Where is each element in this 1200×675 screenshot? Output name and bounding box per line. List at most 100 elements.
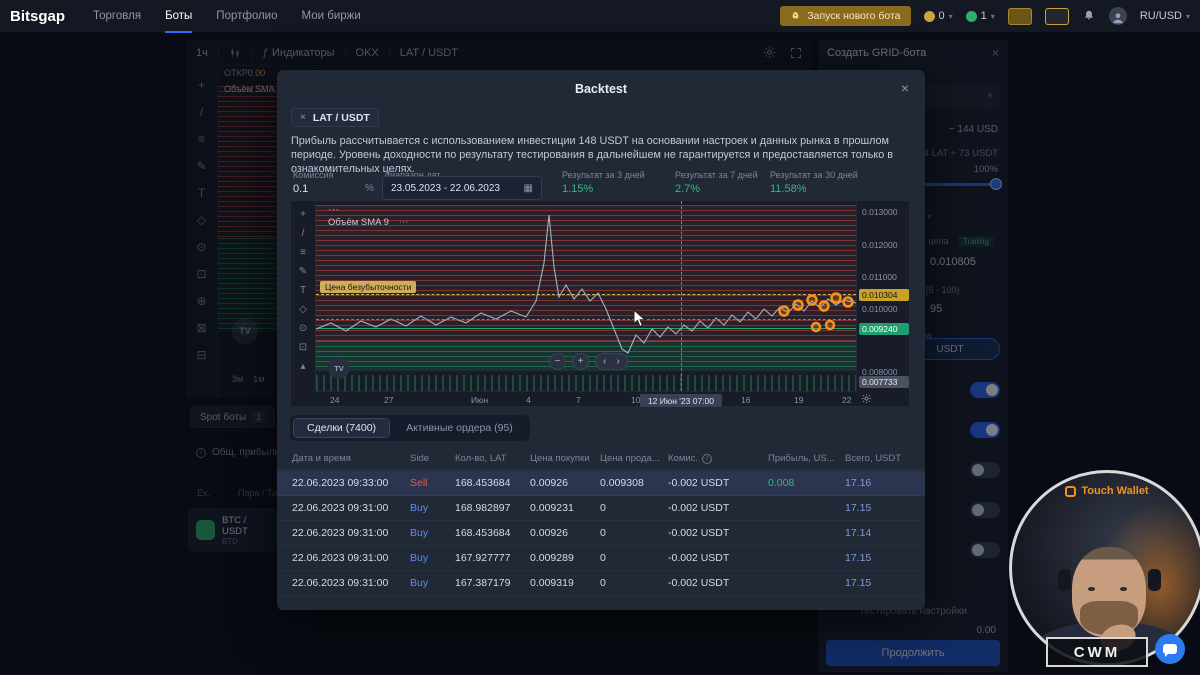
person-head: [1072, 547, 1146, 637]
avatar[interactable]: [1108, 7, 1127, 25]
col-header-fee[interactable]: Комис. i: [668, 453, 768, 464]
brush-icon[interactable]: ✎: [294, 264, 312, 279]
cell-qty: 167.387179: [455, 577, 511, 589]
crosshair-horizontal: [316, 319, 856, 320]
app-logo[interactable]: Bitsgap: [10, 8, 65, 25]
locale-label: RU/USD: [1139, 10, 1182, 22]
zoom-out-button[interactable]: −: [549, 353, 566, 370]
topnav-items: Торговля Боты Портфолио Мои биржи: [93, 0, 385, 33]
zoom-in-button[interactable]: +: [572, 353, 589, 370]
cell-datetime: 22.06.2023 09:31:00: [292, 502, 389, 514]
commission-label: Комиссия: [293, 170, 334, 180]
user-icon: [1113, 13, 1123, 24]
result-3d-label: Результат за 3 дней: [562, 170, 645, 180]
calendar-icon: ▦: [523, 182, 533, 194]
launch-bot-button[interactable]: Запуск нового бота: [780, 6, 911, 26]
table-row-4[interactable]: 22.06.2023 09:31:00 Buy 167.387179 0.009319…: [277, 571, 925, 596]
chart-nav-controls: − + ‹ ›: [549, 353, 628, 370]
col-header-profit[interactable]: Прибыль, US...: [768, 453, 845, 464]
touch-wallet-brand: Touch Wallet: [1012, 485, 1200, 497]
headphone-right-icon: [1148, 569, 1161, 591]
cell-sell_price: 0.009308: [600, 477, 644, 489]
tab-trades[interactable]: Сделки (7400): [293, 418, 391, 438]
nav-item-3[interactable]: Мои биржи: [302, 0, 361, 33]
cell-side: Buy: [410, 577, 429, 589]
price-tick: 0.008000: [862, 367, 898, 377]
col-header-side[interactable]: Side: [410, 453, 455, 464]
col-header-sell_price[interactable]: Цена прода...: [600, 453, 668, 464]
bell-icon[interactable]: [1082, 9, 1096, 23]
date-tick: 7: [576, 395, 581, 405]
mouse-cursor: [633, 309, 647, 327]
tab-active-orders[interactable]: Активные ордера (95): [392, 418, 527, 438]
cell-total: 17.14: [845, 527, 872, 539]
caret-down-icon: ▾: [990, 11, 995, 21]
date-tick: 16: [741, 395, 751, 405]
nav-item-1[interactable]: Боты: [165, 0, 192, 33]
col-header-qty[interactable]: Кол-во, LAT: [455, 453, 530, 464]
crosshair-icon[interactable]: +: [294, 207, 312, 222]
date-tick: 4: [526, 395, 531, 405]
fib-retracement-icon[interactable]: ≡: [294, 245, 312, 260]
collapse-icon[interactable]: ▴: [294, 359, 312, 374]
cell-fee: -0.002 USDT: [668, 477, 730, 489]
cell-side: Sell: [410, 477, 428, 489]
tradingview-logo: TV: [328, 357, 350, 379]
commission-input[interactable]: 0.1: [293, 183, 308, 195]
cell-qty: 167.927777: [455, 552, 511, 564]
cell-buy_price: 0.009289: [530, 552, 574, 564]
date-range-input[interactable]: 23.05.2023 - 22.06.2023 ▦: [382, 176, 542, 200]
legend-more-icon[interactable]: ⋯: [328, 203, 340, 216]
text-tool-icon[interactable]: T: [294, 283, 312, 298]
date-axis[interactable]: 12 Июн '23 07:00 24 27 Июн 4 7 10 16 19 22: [316, 391, 856, 408]
col-header-datetime[interactable]: Дата и время: [292, 453, 410, 464]
locale-selector[interactable]: RU/USD ▾: [1140, 10, 1190, 22]
cell-total: 17.15: [845, 577, 872, 589]
measure-icon[interactable]: ⊡: [294, 340, 312, 355]
result-7d-label: Результат за 7 дней: [675, 170, 758, 180]
chart-plot[interactable]: ⋯ Объём SMA 9 ⋯ Цена безубыточности TV −…: [316, 201, 856, 391]
chat-bubble-button[interactable]: [1155, 634, 1185, 664]
close-modal-icon[interactable]: ×: [901, 80, 909, 96]
trend-line-icon[interactable]: /: [294, 226, 312, 241]
current-price-tag: 0.009240: [859, 323, 909, 335]
table-row-1[interactable]: 22.06.2023 09:31:00 Buy 168.982897 0.009231…: [277, 496, 925, 521]
legend-options-icon[interactable]: ⋯: [399, 217, 409, 228]
crosshair-vertical: [681, 201, 682, 391]
price-tick: 0.012000: [862, 240, 898, 250]
prediction-icon[interactable]: ⊙: [294, 321, 312, 336]
cell-side: Buy: [410, 552, 429, 564]
badge-zero-value: 0: [938, 10, 945, 22]
cell-side: Buy: [410, 502, 429, 514]
demo-balance-badge[interactable]: 0 ▾: [923, 10, 953, 22]
date-range-value: 23.05.2023 - 22.06.2023: [391, 182, 500, 194]
badge-one-value: 1: [980, 10, 987, 22]
cell-datetime: 22.06.2023 09:31:00: [292, 577, 389, 589]
pan-left-icon[interactable]: ‹: [603, 356, 606, 367]
trades-table-head: Дата и время Side Кол-во, LAT Цена покупки Ц…: [277, 448, 925, 470]
table-row-2[interactable]: 22.06.2023 09:31:00 Buy 168.453684 0.00926 0…: [277, 521, 925, 546]
backtest-chart: + / ≡ ✎ T ◇ ⊙ ⊡ ▴ ⋯ Объём SMA 9 ⋯ Цена б…: [290, 200, 910, 407]
col-header-buy_price[interactable]: Цена покупки: [530, 453, 600, 464]
caret-down-icon: ▾: [948, 11, 953, 21]
axis-settings-icon[interactable]: [861, 393, 872, 404]
pattern-icon[interactable]: ◇: [294, 302, 312, 317]
remove-pair-icon[interactable]: ×: [300, 112, 306, 123]
nav-item-2[interactable]: Портфолио: [216, 0, 277, 33]
cell-fee: -0.002 USDT: [668, 552, 730, 564]
date-tick: 27: [384, 395, 394, 405]
exchange-count-badge[interactable]: 1 ▾: [965, 10, 995, 22]
cell-fee: -0.002 USDT: [668, 502, 730, 514]
cell-qty: 168.453684: [455, 527, 511, 539]
wallet-logo-icon: [1065, 485, 1077, 497]
col-header-total[interactable]: Всего, USDT: [845, 453, 910, 464]
cell-profit: [768, 546, 845, 570]
nav-item-0[interactable]: Торговля: [93, 0, 141, 33]
result-30d-value: 11.58%: [770, 183, 807, 195]
cell-qty: 168.982897: [455, 502, 511, 514]
table-row-3[interactable]: 22.06.2023 09:31:00 Buy 167.927777 0.009289…: [277, 546, 925, 571]
pan-right-icon[interactable]: ›: [616, 356, 619, 367]
price-axis[interactable]: 0.010304 0.009240 0.007733 0.013000 0.012…: [856, 201, 911, 391]
table-row-0[interactable]: 22.06.2023 09:33:00 Sell 168.453684 0.00926…: [277, 471, 925, 496]
cell-profit: [768, 521, 845, 545]
